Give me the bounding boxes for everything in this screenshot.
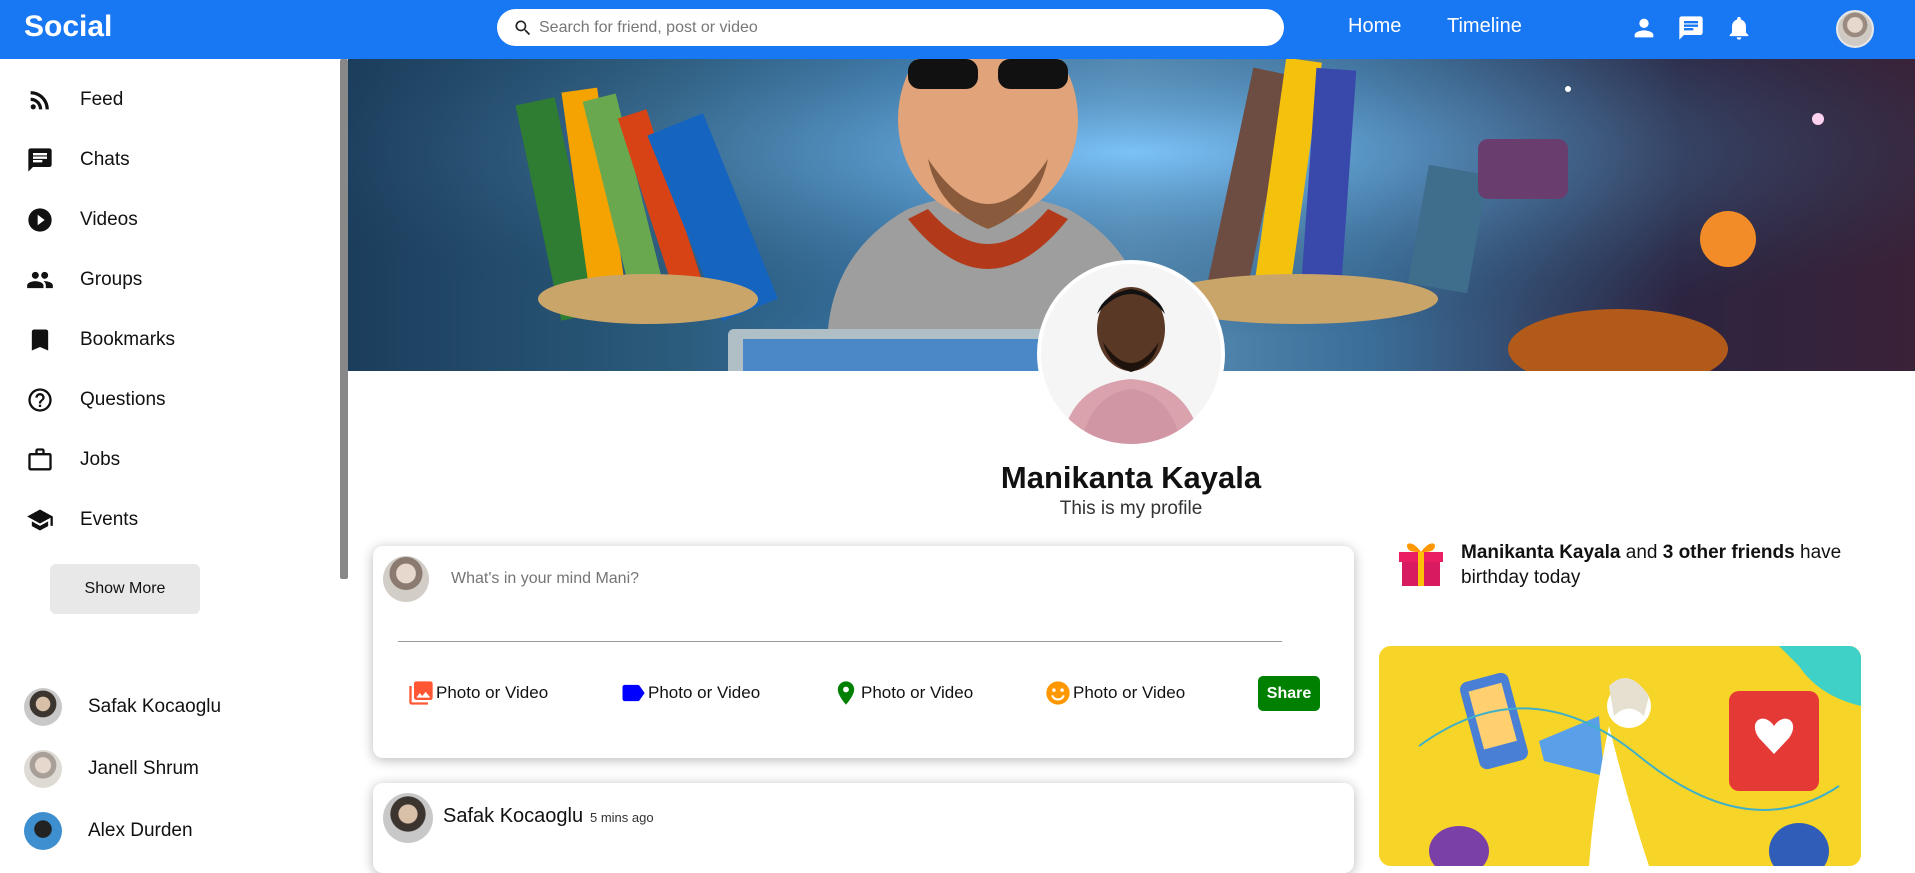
share-button[interactable]: Share [1258,676,1320,711]
group-icon [27,271,53,289]
school-icon [27,509,53,531]
sidebar-scrollbar[interactable] [340,59,348,579]
birthday-others: 3 other friends [1662,542,1795,563]
chat-icon[interactable] [1677,14,1705,42]
user-avatar[interactable] [1836,10,1874,48]
help-circle-icon [28,388,52,412]
search-icon [515,20,531,35]
avatar[interactable] [383,793,433,843]
sidebar-item-chats[interactable]: Chats [26,140,130,180]
friend-name: Safak Kocaoglu [88,696,222,717]
search-input[interactable] [539,18,1239,37]
sidebar-item-bookmarks[interactable]: Bookmarks [26,320,175,360]
friend-item[interactable]: Safak Kocaoglu [24,687,221,727]
sidebar-item-groups[interactable]: Groups [26,260,142,300]
notification-bell-icon[interactable] [1725,14,1753,42]
sidebar-item-jobs[interactable]: Jobs [26,440,120,480]
chat-icon [28,148,52,172]
birthday-connector: and [1625,542,1658,563]
friend-item[interactable]: Alex Durden [24,811,193,851]
avatar [24,688,62,726]
sidebar-item-label: Events [80,509,139,530]
share-option-tag[interactable]: Photo or Video [619,678,760,708]
share-option-feeling[interactable]: Photo or Video [1044,678,1185,708]
profile-picture[interactable] [1037,260,1225,448]
birthday-text: Manikanta Kayala and 3 other friends hav… [1461,540,1891,590]
label-icon [622,684,645,702]
sidebar-item-label: Videos [80,209,138,230]
share-option-photo[interactable]: Photo or Video [407,678,548,708]
post-username[interactable]: Safak Kocaoglu [443,805,583,828]
divider [398,641,1282,642]
sidebar-item-label: Feed [80,89,124,110]
sidebar-item-label: Groups [80,269,143,290]
profile-name: Manikanta Kayala [1000,460,1262,495]
sidebar-item-videos[interactable]: Videos [26,200,138,240]
app-logo[interactable]: Social [24,10,112,44]
post-timestamp: 5 mins ago [590,810,654,825]
sidebar: Feed Chats Videos Groups Bookmarks Quest… [0,59,350,855]
rss-feed-icon [30,91,49,110]
location-pin-icon [837,681,855,705]
profile-description: This is my profile [1059,498,1203,519]
nav-home-link[interactable]: Home [1348,15,1401,38]
search-bar[interactable] [497,9,1284,46]
sidebar-item-events[interactable]: Events [26,500,138,540]
share-option-label: Photo or Video [861,683,974,702]
photo-library-icon [409,681,433,705]
share-option-label: Photo or Video [436,683,549,702]
advertisement-banner[interactable] [1379,646,1861,866]
person-icon[interactable] [1630,14,1658,42]
avatar [383,556,429,602]
profile-photo [1041,264,1221,444]
friend-name: Janell Shrum [88,758,199,779]
share-input[interactable] [451,570,1051,588]
share-option-label: Photo or Video [648,683,761,702]
briefcase-icon [28,448,52,471]
play-circle-icon [28,208,52,232]
sidebar-item-label: Jobs [80,449,121,470]
friend-name: Alex Durden [88,820,193,841]
friend-item[interactable]: Janell Shrum [24,749,199,789]
share-option-label: Photo or Video [1073,683,1186,702]
gift-icon [1399,543,1443,586]
sidebar-item-label: Questions [80,389,166,410]
sidebar-item-questions[interactable]: Questions [26,380,166,420]
nav-timeline-link[interactable]: Timeline [1447,15,1522,38]
sidebar-item-feed[interactable]: Feed [26,80,123,120]
top-bar: Social Home Timeline [0,0,1915,59]
ad-illustration [1379,646,1861,866]
share-box: Photo or Video Photo or Video Photo or V… [373,546,1354,758]
birthday-name: Manikanta Kayala [1461,542,1621,563]
sidebar-item-label: Bookmarks [80,329,176,350]
emoji-icon [1046,681,1070,705]
bookmark-icon [31,329,49,351]
sidebar-item-label: Chats [80,149,130,170]
avatar [24,750,62,788]
avatar [24,812,62,850]
share-option-location[interactable]: Photo or Video [832,678,973,708]
show-more-button[interactable]: Show More [50,564,200,614]
post-card: Safak Kocaoglu 5 mins ago [373,783,1354,873]
